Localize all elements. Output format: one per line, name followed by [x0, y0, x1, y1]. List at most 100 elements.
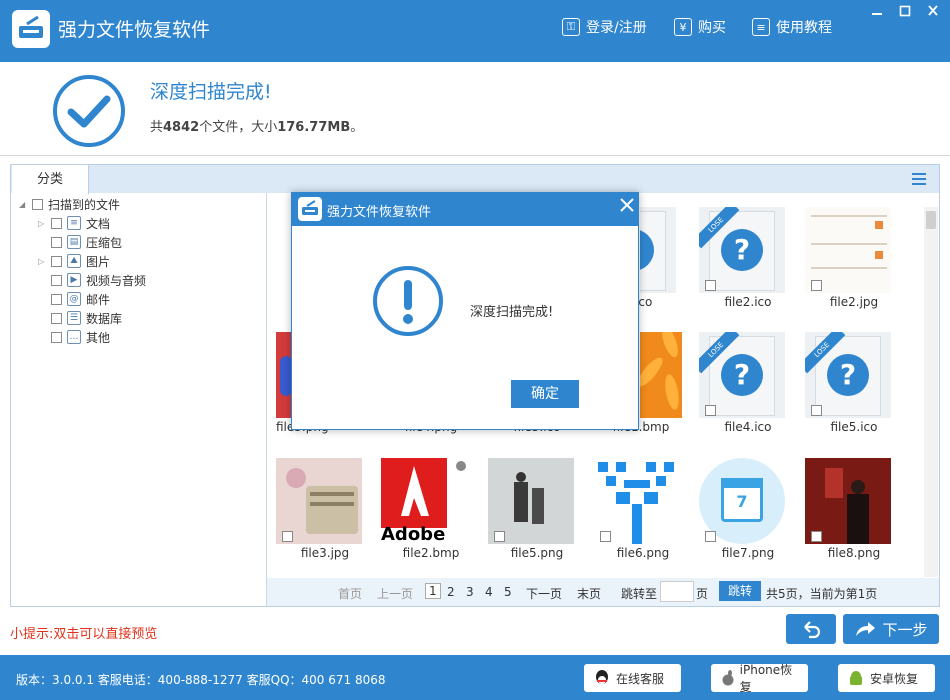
tree-item-label: 数据库 — [86, 311, 123, 326]
database-icon: ☰ — [67, 311, 81, 325]
tree-item-label: 文档 — [86, 216, 111, 231]
file-name: file7.png — [721, 546, 775, 560]
tree-root-checkbox[interactable] — [32, 198, 43, 210]
dialog-ok-button[interactable]: 确定 — [511, 380, 579, 408]
divider — [0, 155, 950, 156]
scan-summary: 共4842个文件，大小176.77MB。 — [150, 120, 364, 135]
category-tree: ◢ 扫描到的文件 ▷ ≡ 文档 ▤ 压缩包 ▷ ⛰ 图片 ▶ 视频与音频 @ 邮… — [11, 193, 267, 606]
login-button[interactable]: ⚿ 登录/注册 — [562, 17, 647, 37]
maximize-button[interactable] — [894, 2, 916, 20]
file-thumbnail[interactable] — [488, 458, 574, 544]
tutorial-label: 使用教程 — [776, 20, 832, 36]
file-name: file8.png — [827, 546, 881, 560]
tree-item-mail[interactable]: @ 邮件 — [51, 290, 110, 308]
file-thumbnail[interactable]: Adobe — [381, 458, 467, 544]
file-name: file4.ico — [724, 420, 772, 434]
android-recovery-button[interactable]: 安卓恢复 — [838, 664, 935, 692]
other-icon: … — [67, 330, 81, 344]
tree-root[interactable]: ◢ 扫描到的文件 — [19, 195, 120, 213]
file-thumbnail[interactable] — [276, 458, 362, 544]
tree-item-checkbox[interactable] — [51, 236, 62, 248]
file-name: file6.png — [616, 546, 670, 560]
file-thumbnail[interactable]: LOSE? — [699, 332, 785, 418]
iphone-recovery-button[interactable]: iPhone恢复 — [711, 663, 808, 694]
file-thumbnail[interactable] — [805, 458, 891, 544]
minimize-button[interactable] — [866, 2, 888, 20]
archive-icon: ▤ — [67, 235, 81, 249]
dialog-app-logo-icon — [298, 197, 322, 221]
scrollbar-thumb[interactable] — [926, 211, 936, 229]
buy-label: 购买 — [698, 20, 726, 36]
login-label: 登录/注册 — [586, 20, 647, 36]
pager-page[interactable]: 3 — [466, 585, 474, 599]
pager-next[interactable]: 下一页 — [526, 585, 562, 602]
iphone-recovery-label: iPhone恢复 — [739, 663, 793, 694]
file-count: 4842 — [163, 120, 200, 135]
exclamation-circle-icon — [372, 265, 444, 337]
tab-category[interactable]: 分类 — [12, 165, 89, 194]
file-name: file2.jpg — [829, 295, 879, 309]
file-thumbnail[interactable]: ? — [640, 207, 676, 293]
image-icon: ⛰ — [67, 254, 81, 268]
tree-item-database[interactable]: ☰ 数据库 — [51, 309, 122, 327]
next-step-button[interactable]: 下一步 — [843, 614, 939, 644]
tutorial-button[interactable]: ≡ 使用教程 — [752, 17, 832, 37]
total-size: 176.77MB — [277, 120, 351, 135]
pager-page[interactable]: 1 — [425, 583, 441, 599]
file-thumbnail[interactable]: LOSE? — [699, 207, 785, 293]
file-name: file2.bmp — [402, 546, 460, 560]
yen-icon: ¥ — [674, 18, 692, 36]
scrollbar[interactable] — [924, 207, 938, 577]
tree-item-archive[interactable]: ▤ 压缩包 — [51, 233, 122, 251]
tree-item-checkbox[interactable] — [51, 331, 62, 343]
close-window-button[interactable] — [922, 2, 944, 20]
pager-first[interactable]: 首页 — [338, 585, 362, 602]
tree-root-label: 扫描到的文件 — [48, 197, 121, 212]
expand-arrow-icon[interactable]: ▷ — [38, 257, 46, 266]
tree-item-label: 图片 — [86, 254, 111, 269]
tree-item-document[interactable]: ▷ ≡ 文档 — [38, 214, 110, 232]
qq-penguin-icon — [596, 670, 608, 684]
forward-arrow-icon — [856, 622, 876, 636]
book-icon: ≡ — [752, 18, 770, 36]
pager-page[interactable]: 2 — [447, 585, 455, 599]
collapse-arrow-icon[interactable]: ◢ — [19, 200, 27, 209]
file-thumbnail[interactable]: LOSE? — [805, 332, 891, 418]
pager-page[interactable]: 5 — [504, 585, 512, 599]
tree-item-label: 其他 — [86, 330, 111, 345]
view-menu-icon[interactable] — [912, 172, 926, 186]
tree-item-label: 邮件 — [86, 292, 111, 307]
file-thumbnail[interactable]: 7 — [699, 458, 785, 544]
pager-total-info: 共5页，当前为第1页 — [766, 587, 878, 601]
tree-item-checkbox[interactable] — [51, 312, 62, 324]
pager-last[interactable]: 末页 — [577, 585, 601, 602]
pager-page[interactable]: 4 — [485, 585, 493, 599]
expand-arrow-icon[interactable]: ▷ — [38, 219, 46, 228]
tree-item-checkbox[interactable] — [51, 255, 62, 267]
tree-item-image[interactable]: ▷ ⛰ 图片 — [38, 252, 110, 270]
tree-item-checkbox[interactable] — [51, 217, 62, 229]
page-jump-input[interactable] — [660, 581, 694, 602]
dialog-close-icon[interactable] — [618, 194, 636, 221]
file-thumbnail[interactable] — [594, 458, 680, 544]
buy-button[interactable]: ¥ 购买 — [674, 17, 726, 37]
file-thumbnail[interactable] — [805, 207, 891, 293]
dialog-title: 强力文件恢复软件 — [327, 205, 432, 220]
tree-item-checkbox[interactable] — [51, 293, 62, 305]
back-button[interactable] — [786, 614, 836, 644]
file-thumbnail[interactable] — [640, 332, 682, 418]
apple-icon — [722, 670, 734, 686]
tree-item-label: 视频与音频 — [86, 273, 147, 288]
app-logo-icon — [12, 10, 50, 48]
mail-icon: @ — [67, 292, 81, 306]
file-name: file5.png — [510, 546, 564, 560]
tree-item-other[interactable]: … 其他 — [51, 328, 110, 346]
tree-item-video-audio[interactable]: ▶ 视频与音频 — [51, 271, 146, 289]
pager-prev[interactable]: 上一页 — [377, 585, 413, 602]
scan-status-title: 深度扫描完成! — [150, 81, 272, 103]
tree-item-checkbox[interactable] — [51, 274, 62, 286]
online-service-button[interactable]: 在线客服 — [584, 664, 681, 692]
preview-hint: 小提示:双击可以直接预览 — [10, 627, 158, 642]
jump-button[interactable]: 跳转 — [719, 581, 761, 601]
video-icon: ▶ — [67, 273, 81, 287]
